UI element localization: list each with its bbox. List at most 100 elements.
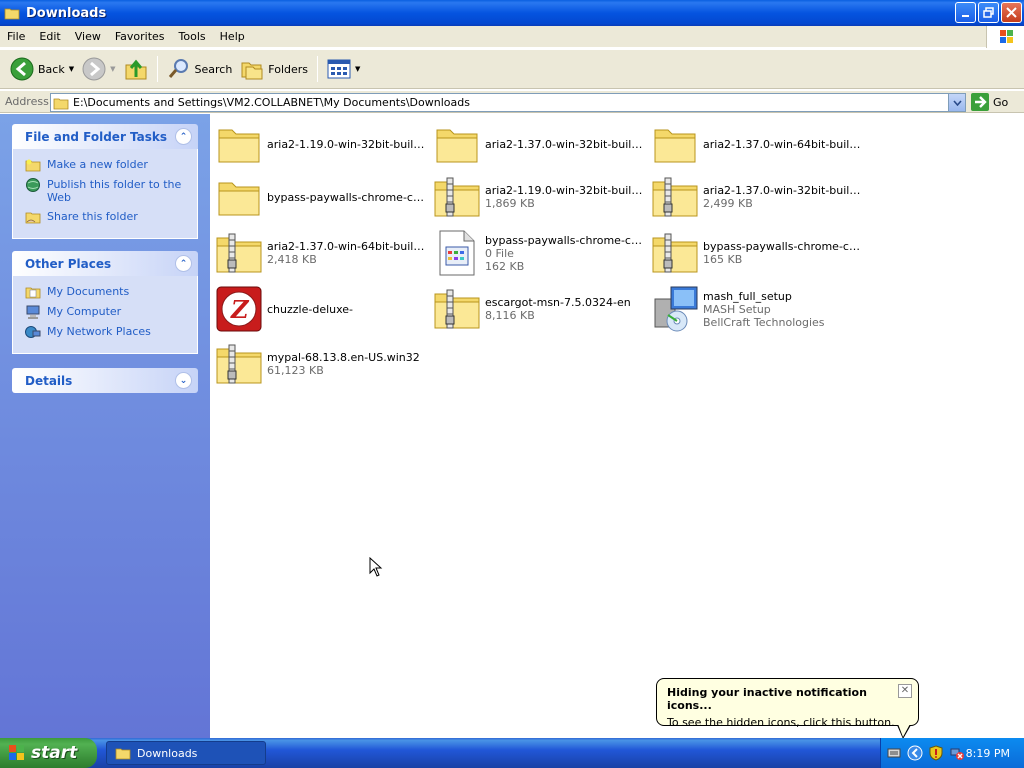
menu-edit[interactable]: Edit xyxy=(32,30,67,43)
place-my-network-places[interactable]: My Network Places xyxy=(25,325,189,339)
balloon-title: Hiding your inactive notification icons.… xyxy=(667,686,867,712)
back-button[interactable]: Back ▼ xyxy=(6,54,78,84)
file-item[interactable]: bypass-paywalls-chrome-clea... 0 File 162 … xyxy=(432,228,647,278)
place-my-computer[interactable]: My Computer xyxy=(25,305,189,319)
show-hidden-icons-button[interactable] xyxy=(907,745,923,761)
search-label: Search xyxy=(194,62,233,76)
search-icon xyxy=(168,59,188,78)
zip-folder-icon xyxy=(434,289,480,329)
mouse-cursor-icon xyxy=(369,557,383,577)
menu-bar: File Edit View Favorites Tools Help xyxy=(0,26,1024,48)
task-pane: File and Folder Tasks ⌃ Make a new folde… xyxy=(0,114,210,738)
forward-button[interactable]: ▼ xyxy=(78,54,119,84)
folder-icon xyxy=(218,182,260,216)
standard-toolbar: Back ▼ ▼ Search Folders ▼ xyxy=(0,49,1024,89)
panel-title: File and Folder Tasks xyxy=(25,129,168,144)
menu-view[interactable]: View xyxy=(68,30,108,43)
start-label: start xyxy=(31,743,78,763)
file-item[interactable]: mash_full_setup MASH Setup BellCraft Techn… xyxy=(650,284,865,334)
views-dropdown-icon: ▼ xyxy=(355,65,361,73)
menu-favorites[interactable]: Favorites xyxy=(108,30,172,43)
folder-icon xyxy=(436,129,478,163)
close-button[interactable] xyxy=(1001,2,1022,23)
collapse-chevron-icon[interactable]: ⌃ xyxy=(175,128,192,145)
zip-folder-icon xyxy=(434,177,480,217)
task-publish-folder-web[interactable]: Publish this folder to the Web xyxy=(25,178,189,204)
file-item[interactable]: Z chuzzle-deluxe- xyxy=(214,284,429,334)
new-folder-icon xyxy=(25,159,41,172)
menu-file[interactable]: File xyxy=(0,30,32,43)
address-dropdown-button[interactable] xyxy=(948,94,965,111)
folder-icon xyxy=(4,8,20,20)
restore-icon xyxy=(983,7,994,18)
minimize-icon xyxy=(961,14,969,17)
file-folder-tasks-header[interactable]: File and Folder Tasks ⌃ xyxy=(12,124,198,149)
file-item[interactable]: aria2-1.37.0-win-32bit-build1 2,499 KB xyxy=(650,172,865,222)
windows-logo-icon xyxy=(986,26,1024,48)
menu-help[interactable]: Help xyxy=(213,30,252,43)
collapse-chevron-icon[interactable]: ⌃ xyxy=(175,255,192,272)
balloon-body: To see the hidden icons, click this butt… xyxy=(667,716,895,729)
go-button[interactable]: Go xyxy=(971,93,1008,111)
balloon-close-button[interactable]: ✕ xyxy=(898,684,912,698)
file-item[interactable]: aria2-1.37.0-win-32bit-build1 xyxy=(432,119,647,169)
folder-icon xyxy=(53,98,69,109)
up-folder-icon xyxy=(125,59,146,80)
back-dropdown-icon[interactable]: ▼ xyxy=(69,65,74,73)
minimize-button[interactable] xyxy=(955,2,976,23)
folder-icon xyxy=(654,129,696,163)
file-item[interactable]: aria2-1.19.0-win-32bit-build1 xyxy=(214,119,429,169)
forward-dropdown-icon[interactable]: ▼ xyxy=(110,65,115,73)
system-tray: 8:19 PM xyxy=(880,738,1024,768)
notification-balloon[interactable]: Hiding your inactive notification icons.… xyxy=(656,678,919,739)
file-item[interactable]: aria2-1.37.0-win-64bit-build1 2,418 KB xyxy=(214,228,429,278)
keyboard-icon[interactable] xyxy=(887,746,901,760)
folders-button[interactable]: Folders xyxy=(236,54,312,84)
task-share-folder[interactable]: Share this folder xyxy=(25,210,189,224)
title-bar[interactable]: Downloads xyxy=(0,0,1024,26)
file-folder-tasks-panel: File and Folder Tasks ⌃ Make a new folde… xyxy=(12,124,198,239)
file-item[interactable]: escargot-msn-7.5.0324-en 8,116 KB xyxy=(432,284,647,334)
my-computer-icon xyxy=(26,305,40,319)
file-item[interactable]: mypal-68.13.8.en-US.win32 61,123 KB xyxy=(214,339,429,389)
start-button[interactable]: start xyxy=(0,738,97,768)
my-documents-icon xyxy=(25,287,41,299)
file-item[interactable]: aria2-1.37.0-win-64bit-build1 xyxy=(650,119,865,169)
windows-logo-icon xyxy=(9,745,24,760)
up-folder-button[interactable] xyxy=(120,54,152,84)
file-item[interactable]: bypass-paywalls-chrome-clea... xyxy=(214,172,429,222)
zip-folder-icon xyxy=(216,344,262,384)
network-alert-icon[interactable] xyxy=(949,745,965,761)
address-input[interactable]: E:\Documents and Settings\VM2.COLLABNET\… xyxy=(50,93,966,112)
zip-folder-icon xyxy=(216,233,262,273)
forward-arrow-icon xyxy=(82,57,106,81)
clock[interactable]: 8:19 PM xyxy=(966,747,1010,760)
restore-button[interactable] xyxy=(978,2,999,23)
folders-label: Folders xyxy=(268,62,309,76)
share-folder-icon xyxy=(25,212,41,224)
balloon-tail-fill xyxy=(898,724,910,737)
security-shield-icon[interactable] xyxy=(929,745,943,761)
details-header[interactable]: Details ⌄ xyxy=(12,368,198,393)
zip-folder-icon xyxy=(652,233,698,273)
taskbar-item-label: Downloads xyxy=(137,746,198,760)
taskbar-item-downloads[interactable]: Downloads xyxy=(106,741,266,765)
file-list-view: aria2-1.19.0-win-32bit-build1 aria2-1.37… xyxy=(210,114,1024,738)
file-item[interactable]: bypass-paywalls-chrome-clea... 165 KB xyxy=(650,228,865,278)
menu-tools[interactable]: Tools xyxy=(172,30,213,43)
task-make-new-folder[interactable]: Make a new folder xyxy=(25,158,189,172)
place-my-documents[interactable]: My Documents xyxy=(25,285,189,299)
address-bar: Address E:\Documents and Settings\VM2.CO… xyxy=(0,90,1024,113)
expand-chevron-icon[interactable]: ⌄ xyxy=(175,372,192,389)
address-path: E:\Documents and Settings\VM2.COLLABNET\… xyxy=(73,96,470,109)
other-places-header[interactable]: Other Places ⌃ xyxy=(12,251,198,276)
zip-folder-icon xyxy=(652,177,698,217)
views-button[interactable]: ▼ xyxy=(323,54,364,84)
go-label: Go xyxy=(993,95,1009,109)
views-icon xyxy=(327,59,351,79)
setup-installer-icon xyxy=(654,286,698,332)
file-item[interactable]: aria2-1.19.0-win-32bit-build1 1,869 KB xyxy=(432,172,647,222)
address-label: Address xyxy=(5,95,49,108)
search-button[interactable]: Search xyxy=(163,54,237,84)
chevron-down-icon xyxy=(952,99,962,106)
